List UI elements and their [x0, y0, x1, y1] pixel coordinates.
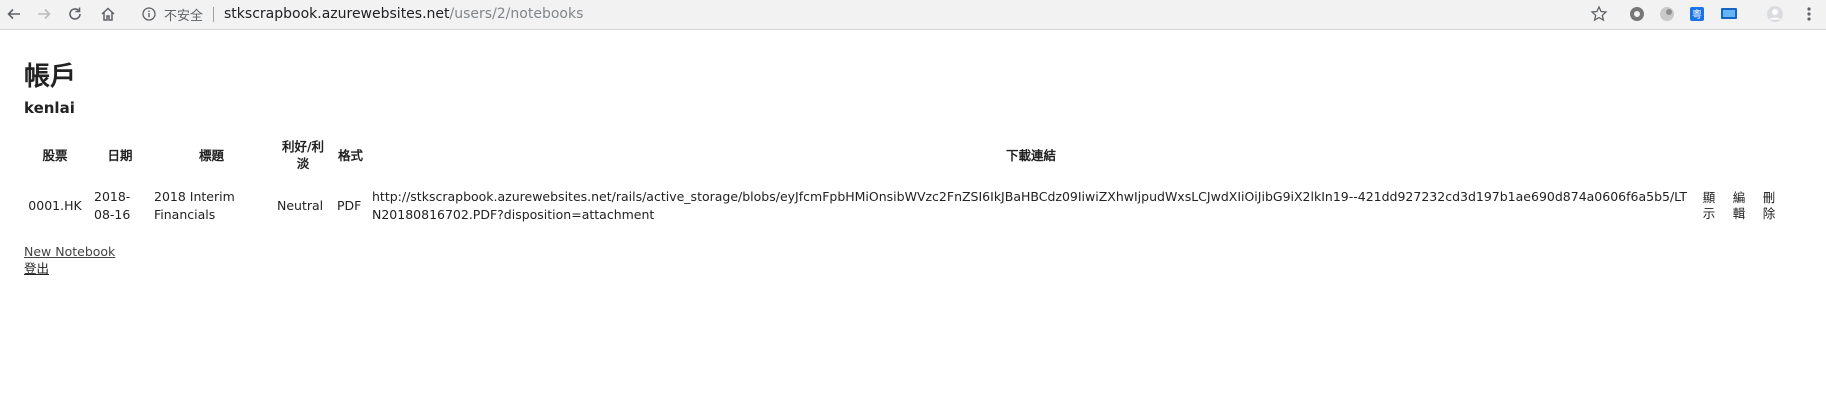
header-download-link: 下載連結 — [1005, 147, 1056, 163]
header-sentiment: 利好/利淡 — [281, 139, 325, 171]
new-notebook-link[interactable]: New Notebook — [24, 243, 115, 260]
bookmark-star-icon[interactable] — [1590, 5, 1608, 23]
cell-title: 2018 Interim Financials — [154, 189, 235, 222]
header-stock: 股票 — [42, 147, 68, 163]
header-action-edit — [1728, 134, 1750, 176]
url-host: stkscrapbook.azurewebsites.net — [224, 6, 450, 22]
header-title: 標題 — [198, 147, 224, 163]
forward-icon[interactable] — [34, 4, 54, 24]
extension-globe-icon[interactable] — [1658, 5, 1676, 23]
header-action-delete — [1758, 134, 1780, 176]
info-icon[interactable] — [142, 7, 156, 21]
address-bar[interactable]: 不安全 stkscrapbook.azurewebsites.net /user… — [134, 3, 1618, 25]
cell-download-link: http://stkscrapbook.azurewebsites.net/ra… — [372, 189, 1688, 222]
page-title: 帳戶 — [24, 62, 77, 92]
header-date: 日期 — [107, 147, 133, 163]
header-action-show — [1698, 134, 1720, 176]
omnibox-divider — [213, 6, 215, 22]
extension-gear-icon[interactable] — [1628, 5, 1646, 23]
profile-avatar-icon[interactable] — [1766, 5, 1784, 23]
browser-menu-icon[interactable] — [1800, 5, 1818, 23]
svg-text:粵: 粵 — [1692, 8, 1702, 21]
page-links: New Notebook 登出 — [24, 243, 115, 277]
url-path: /users/2/notebooks — [449, 6, 584, 22]
cell-format: PDF — [337, 198, 362, 213]
header-format: 格式 — [337, 147, 363, 163]
edit-link[interactable]: 編輯 — [1732, 190, 1746, 222]
extension-translate-icon[interactable]: 粵 — [1688, 5, 1706, 23]
table-row: 0001.HK 2018-08-16 2018 Interim Financia… — [24, 176, 1780, 236]
cell-sentiment: Neutral — [277, 198, 324, 213]
home-icon[interactable] — [98, 4, 118, 24]
security-label[interactable]: 不安全 — [164, 5, 203, 24]
reload-icon[interactable] — [65, 4, 85, 24]
logout-link[interactable]: 登出 — [24, 260, 115, 277]
username-heading: kenlai — [24, 99, 75, 117]
cell-date: 2018-08-16 — [94, 189, 131, 222]
show-link[interactable]: 顯示 — [1702, 190, 1716, 222]
browser-toolbar: 不安全 stkscrapbook.azurewebsites.net /user… — [0, 0, 1826, 30]
cell-stock-code: 0001.HK — [28, 198, 82, 213]
back-icon[interactable] — [4, 4, 24, 24]
notebooks-table: 股票 日期 標題 利好/利淡 格式 下載連結 0001.HK 2018-08-1… — [16, 134, 1788, 236]
delete-link[interactable]: 刪除 — [1762, 190, 1776, 222]
extension-screen-icon[interactable] — [1720, 5, 1738, 23]
table-header-row: 股票 日期 標題 利好/利淡 格式 下載連結 — [24, 134, 1780, 176]
